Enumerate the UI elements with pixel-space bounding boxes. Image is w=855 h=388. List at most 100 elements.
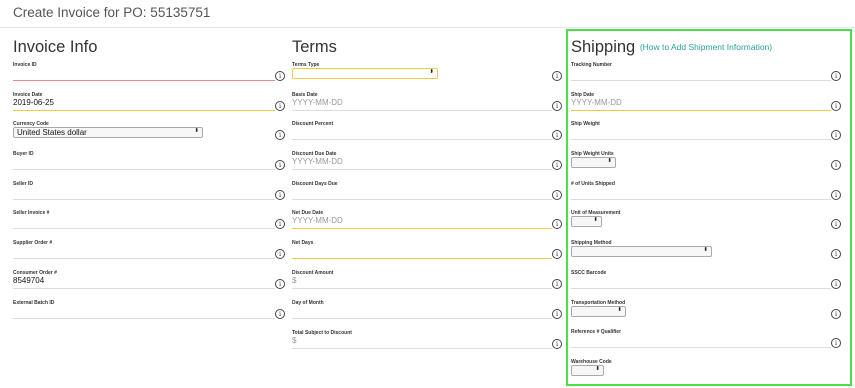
info-circle-icon[interactable]: i [831,338,841,348]
ship-weight-label: Ship Weight [571,121,600,127]
warehouse-code-field: Warehouse Code ⬍ [571,359,841,388]
seller-invoice-label: Seller Invoice # [13,210,50,216]
consumer-order-underline [13,288,275,289]
terms-type-select[interactable]: ⬍ [292,68,438,79]
basis-date-input[interactable]: YYYY-MM-DD [292,98,343,107]
invoice-id-label: Invoice ID [13,62,37,68]
discount-amount-input[interactable]: $ [292,276,296,285]
supplier-order-underline [13,258,275,259]
info-circle-icon[interactable]: i [831,101,841,111]
info-circle-icon[interactable]: i [275,279,285,289]
info-circle-icon[interactable]: i [831,130,841,140]
discount-days-due-label: Discount Days Due [292,181,338,187]
info-circle-icon[interactable]: i [831,71,841,81]
currency-code-select[interactable]: United States dollar ⬍ [13,127,203,138]
info-circle-icon[interactable]: i [552,309,562,319]
ship-weight-units-field: Ship Weight Units ⬍ i [571,151,841,181]
shipping-title: Shipping [571,38,636,56]
invoice-id-field: Invoice ID i [13,62,285,92]
sscc-barcode-field: SSCC Barcode i [571,270,841,300]
invoice-info-section: Invoice Info Invoice ID i Invoice Date 2… [13,37,285,327]
discount-due-date-field: Discount Due Date YYYY-MM-DD i [292,151,562,181]
buyer-id-label: Buyer ID [13,151,34,157]
info-circle-icon[interactable]: i [275,249,285,259]
info-circle-icon[interactable]: i [275,219,285,229]
total-subject-input[interactable]: $ [292,336,296,345]
info-circle-icon[interactable]: i [831,160,841,170]
info-circle-icon[interactable]: i [275,309,285,319]
basis-date-underline [292,110,552,111]
info-circle-icon[interactable]: i [275,101,285,111]
info-circle-icon[interactable]: i [552,249,562,259]
info-circle-icon[interactable]: i [831,279,841,289]
discount-due-date-input[interactable]: YYYY-MM-DD [292,157,343,166]
currency-code-value: United States dollar [17,128,87,137]
day-of-month-field: Day of Month i [292,300,562,330]
total-subject-field: Total Subject to Discount $ i [292,330,562,360]
info-circle-icon[interactable]: i [552,219,562,229]
select-caret-icon: ⬍ [617,307,622,313]
info-circle-icon[interactable]: i [275,71,285,81]
reference-qualifier-underline [571,347,831,348]
info-circle-icon[interactable]: i [275,190,285,200]
info-circle-icon[interactable]: i [275,130,285,140]
info-circle-icon[interactable]: i [552,279,562,289]
ship-date-input[interactable]: YYYY-MM-DD [571,98,622,107]
units-shipped-label: # of Units Shipped [571,181,615,187]
sscc-barcode-label: SSCC Barcode [571,270,607,276]
invoice-date-field: Invoice Date 2019-06-25 i [13,92,285,122]
discount-days-due-underline [292,199,552,200]
units-shipped-underline [571,199,831,200]
seller-id-label: Seller ID [13,181,34,187]
discount-days-due-field: Discount Days Due i [292,181,562,211]
consumer-order-input[interactable]: 8549704 [13,276,44,285]
page-header: Create Invoice for PO: 55135751 [0,0,855,28]
info-circle-icon[interactable]: i [552,190,562,200]
shipping-method-field: Shipping Method ⬍ i [571,240,841,270]
transportation-method-select[interactable]: ⬍ [571,306,626,317]
invoice-date-input[interactable]: 2019-06-25 [13,98,54,107]
info-circle-icon[interactable]: i [275,160,285,170]
info-circle-icon[interactable]: i [552,130,562,140]
info-circle-icon[interactable]: i [552,160,562,170]
select-caret-icon: ⬍ [703,247,708,253]
discount-percent-underline [292,139,552,140]
tracking-number-field: Tracking Number i [571,62,841,92]
info-circle-icon[interactable]: i [552,339,562,349]
info-circle-icon[interactable]: i [831,249,841,259]
warehouse-code-select[interactable]: ⬍ [571,365,604,376]
external-batch-field: External Batch ID i [13,300,285,330]
shipping-heading: Shipping (How to Add Shipment Informatio… [571,37,841,59]
info-circle-icon[interactable]: i [831,190,841,200]
shipping-method-select[interactable]: ⬍ [571,246,712,257]
net-days-field: Net Days i [292,240,562,270]
net-due-date-input[interactable]: YYYY-MM-DD [292,216,343,225]
shipment-help-link[interactable]: (How to Add Shipment Information) [640,42,772,52]
info-circle-icon[interactable]: i [552,101,562,111]
select-caret-icon: ⬍ [593,217,598,223]
info-circle-icon[interactable]: i [831,219,841,229]
basis-date-field: Basis Date YYYY-MM-DD i [292,92,562,122]
ship-weight-underline [571,139,831,140]
net-days-label: Net Days [292,240,314,246]
discount-percent-label: Discount Percent [292,121,334,127]
select-caret-icon: ⬍ [429,69,434,75]
info-circle-icon[interactable]: i [831,309,841,319]
page-title: Create Invoice for PO: 55135751 [13,5,211,20]
select-caret-icon: ⬍ [194,128,199,134]
info-circle-icon[interactable]: i [552,71,562,81]
ship-weight-units-select[interactable]: ⬍ [571,157,616,168]
ship-date-field: Ship Date YYYY-MM-DD i [571,92,841,122]
select-caret-icon: ⬍ [607,158,612,164]
reference-qualifier-label: Reference # Qualifier [571,329,622,335]
unit-of-measurement-select[interactable]: ⬍ [571,216,602,227]
discount-amount-field: Discount Amount $ i [292,270,562,300]
terms-section: Terms Terms Type ⬍ i Basis Date YYYY-MM-… [292,37,562,357]
net-days-underline [292,258,552,259]
invoice-date-underline [13,110,275,111]
total-subject-label: Total Subject to Discount [292,330,352,336]
invoice-id-underline [13,80,275,81]
tracking-number-underline [571,80,831,81]
invoice-info-heading: Invoice Info [13,38,98,56]
seller-invoice-field: Seller Invoice # i [13,210,285,240]
